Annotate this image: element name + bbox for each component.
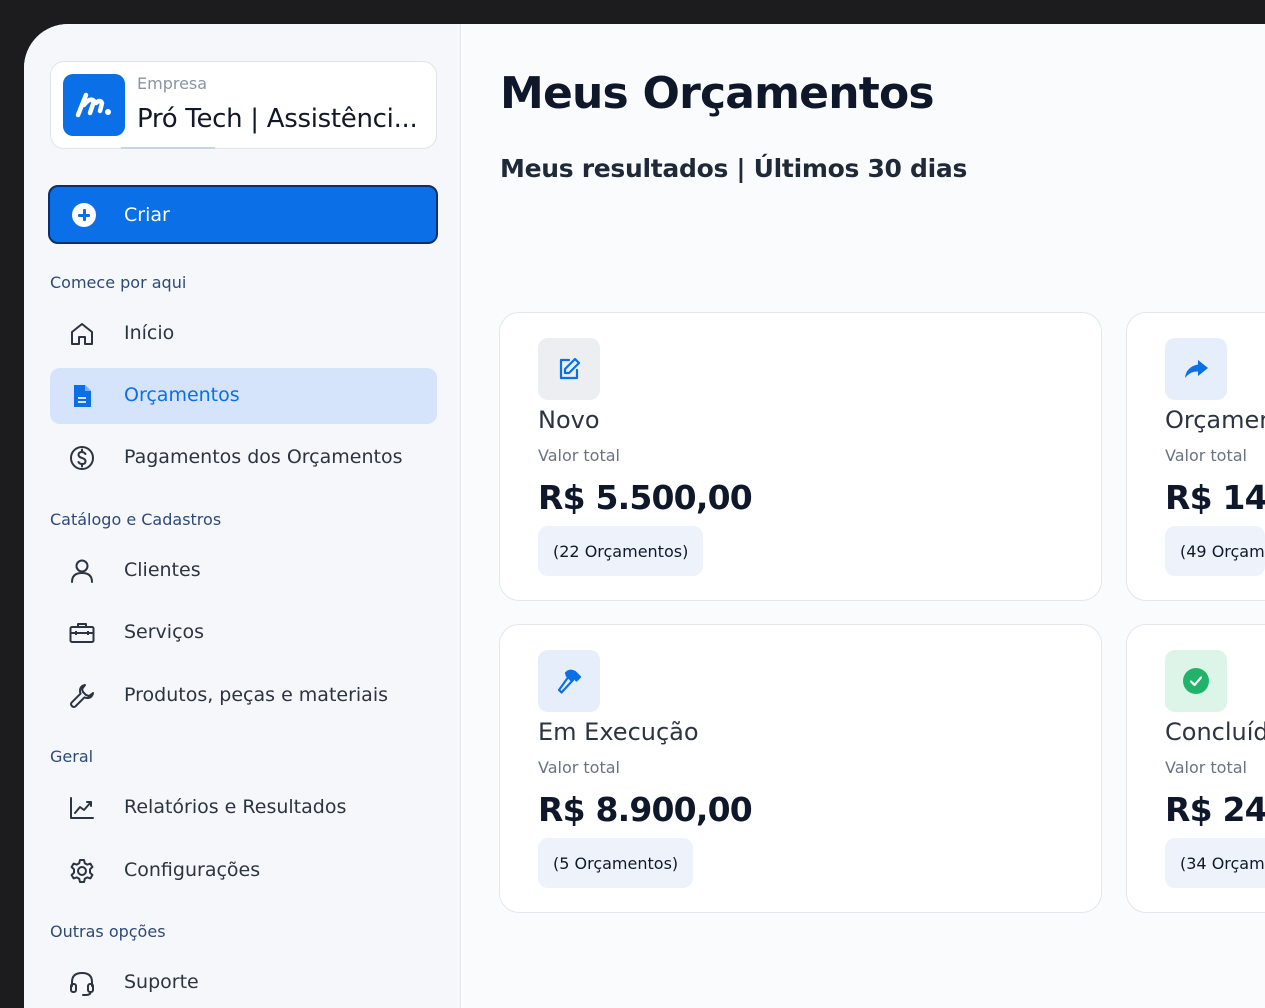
sidebar-item-configuracoes[interactable]: Configurações [50,843,437,899]
dollar-icon [70,446,94,470]
share-arrow-icon [1185,360,1208,378]
company-label: Empresa [137,74,208,93]
card-value: R$ 24.5 [1165,790,1265,829]
card-count-badge: (34 Orçame [1165,838,1265,888]
sidebar-item-label: Clientes [124,559,201,581]
home-icon [71,323,93,345]
budget-card-concluido[interactable]: Concluíd Valor total R$ 24.5 (34 Orçame [1126,624,1265,913]
page-title: Meus Orçamentos [500,68,935,119]
budget-card-novo[interactable]: Novo Valor total R$ 5.500,00 (22 Orçamen… [499,312,1102,601]
card-status: Novo [538,406,600,434]
card-icon-box [538,338,600,400]
card-status: Concluíd [1165,718,1265,746]
card-value: R$ 5.500,00 [538,478,753,517]
sidebar-item-inicio[interactable]: Início [50,306,437,362]
section-title-general: Geral [50,747,94,766]
company-selector[interactable]: Empresa Pró Tech | Assistênci... [50,61,437,149]
edit-icon [559,357,581,380]
headset-icon [70,972,94,996]
card-value-label: Valor total [1165,446,1247,465]
sidebar-item-suporte[interactable]: Suporte [50,955,437,1008]
sidebar-item-orcamentos[interactable]: Orçamentos [50,368,437,424]
budget-card-em-execucao[interactable]: Em Execução Valor total R$ 8.900,00 (5 O… [499,624,1102,913]
sidebar-item-pagamentos[interactable]: Pagamentos dos Orçamentos [50,430,437,486]
section-title-other: Outras opções [50,922,166,941]
user-icon [71,559,93,583]
sidebar-item-relatorios[interactable]: Relatórios e Resultados [50,780,437,836]
page-subtitle: Meus resultados | Últimos 30 dias [500,154,968,183]
company-logo [63,74,125,136]
card-value-label: Valor total [538,446,620,465]
check-circle-icon [1183,668,1209,694]
company-name: Pró Tech | Assistênci... [137,104,418,134]
card-value: R$ 8.900,00 [538,790,753,829]
card-value: R$ 14.8 [1165,478,1265,517]
logo-mark-icon [75,92,111,118]
document-icon [74,385,91,407]
device-frame: Empresa Pró Tech | Assistênci... Criar C… [0,0,1265,1008]
sidebar-item-label: Pagamentos dos Orçamentos [124,446,403,468]
card-icon-box [538,650,600,712]
sidebar-item-label: Suporte [124,971,199,993]
sidebar-item-label: Orçamentos [124,384,240,406]
sidebar-item-label: Produtos, peças e materiais [124,684,389,706]
main-content: Meus Orçamentos Meus resultados | Último… [461,24,1265,1008]
hammer-icon [557,669,582,694]
section-title-start: Comece por aqui [50,273,187,292]
app-screen: Empresa Pró Tech | Assistênci... Criar C… [24,24,1265,1008]
sidebar-item-label: Configurações [124,859,261,881]
card-status: Em Execução [538,718,699,746]
create-button[interactable]: Criar [48,185,438,244]
wrench-icon [70,684,94,708]
company-underline [121,147,215,149]
sidebar-item-produtos[interactable]: Produtos, peças e materiais [50,668,437,724]
card-status: Orçamen [1165,406,1265,434]
card-value-label: Valor total [1165,758,1247,777]
sidebar-item-servicos[interactable]: Serviços [50,605,437,661]
sidebar-item-label: Serviços [124,621,205,643]
sidebar-item-clientes[interactable]: Clientes [50,543,437,599]
sidebar-item-label: Início [124,322,175,344]
sidebar-item-label: Relatórios e Resultados [124,796,347,818]
card-count-badge: (49 Orçam [1165,526,1265,576]
card-icon-box [1165,650,1227,712]
section-title-catalog: Catálogo e Cadastros [50,510,222,529]
card-count-badge: (22 Orçamentos) [538,526,704,576]
card-icon-box [1165,338,1227,400]
card-count-badge: (5 Orçamentos) [538,838,694,888]
sidebar: Empresa Pró Tech | Assistênci... Criar C… [24,24,461,1008]
gear-icon [70,859,94,883]
create-button-label: Criar [124,204,170,226]
chart-icon [70,797,94,819]
plus-icon [72,203,96,227]
budget-card-enviado[interactable]: Orçamen Valor total R$ 14.8 (49 Orçam [1126,312,1265,601]
card-value-label: Valor total [538,758,620,777]
briefcase-icon [69,623,95,643]
